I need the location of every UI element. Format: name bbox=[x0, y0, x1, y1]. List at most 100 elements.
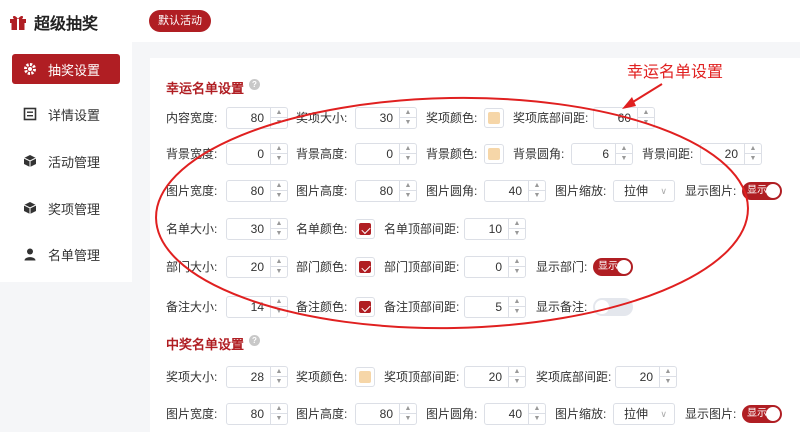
chevron-up-icon[interactable]: ▲ bbox=[509, 367, 525, 377]
chevron-up-icon[interactable]: ▲ bbox=[271, 297, 287, 307]
show-dept-toggle[interactable]: 显示 bbox=[593, 258, 633, 276]
sidebar-item-detail-settings[interactable]: 详情设置 bbox=[12, 99, 120, 129]
bg-color-picker[interactable] bbox=[484, 144, 504, 164]
chevron-up-icon[interactable]: ▲ bbox=[271, 108, 287, 118]
chevron-up-icon[interactable]: ▲ bbox=[271, 219, 287, 229]
chevron-up-icon[interactable]: ▲ bbox=[660, 367, 676, 377]
chevron-up-icon[interactable]: ▲ bbox=[271, 181, 287, 191]
chevron-down-icon[interactable]: ▼ bbox=[638, 118, 654, 128]
chevron-down-icon[interactable]: ▼ bbox=[271, 154, 287, 164]
winner-img-scale-select[interactable]: 拉伸 ∨ bbox=[613, 403, 675, 425]
chevron-up-icon[interactable]: ▲ bbox=[400, 181, 416, 191]
chevron-down-icon[interactable]: ▼ bbox=[509, 229, 525, 239]
chevron-up-icon[interactable]: ▲ bbox=[271, 257, 287, 267]
chevron-down-icon[interactable]: ▼ bbox=[400, 118, 416, 128]
winner-prize-color-picker[interactable] bbox=[355, 367, 375, 387]
chevron-up-icon[interactable]: ▲ bbox=[509, 257, 525, 267]
chevron-up-icon[interactable]: ▲ bbox=[638, 108, 654, 118]
bg-gap-input[interactable]: 20 ▲ ▼ bbox=[700, 143, 762, 165]
name-size-input[interactable]: 30 ▲ ▼ bbox=[226, 218, 288, 240]
winner-prize-top-gap-input[interactable]: 20 ▲ ▼ bbox=[464, 366, 526, 388]
note-size-input[interactable]: 14 ▲ ▼ bbox=[226, 296, 288, 318]
img-width-input[interactable]: 80 ▲ ▼ bbox=[226, 180, 288, 202]
winner-prize-size-input[interactable]: 28 ▲ ▼ bbox=[226, 366, 288, 388]
chevron-up-icon[interactable]: ▲ bbox=[271, 144, 287, 154]
chevron-down-icon[interactable]: ▼ bbox=[509, 377, 525, 387]
chevron-up-icon[interactable]: ▲ bbox=[400, 108, 416, 118]
prize-bottom-gap-input[interactable]: 60 ▲ ▼ bbox=[593, 107, 655, 129]
chevron-down-icon[interactable]: ▼ bbox=[529, 414, 545, 424]
chevron-down-icon[interactable]: ▼ bbox=[400, 154, 416, 164]
note-top-gap-input[interactable]: 5 ▲ ▼ bbox=[464, 296, 526, 318]
chevron-down-icon[interactable]: ▼ bbox=[509, 307, 525, 317]
show-note-toggle[interactable] bbox=[593, 298, 633, 316]
sidebar-item-activity-management[interactable]: 活动管理 bbox=[12, 146, 120, 176]
chevron-up-icon[interactable]: ▲ bbox=[509, 297, 525, 307]
winner-prize-bottom-gap-input[interactable]: 20 ▲ ▼ bbox=[615, 366, 677, 388]
winner-img-radius-label: 图片圆角: bbox=[426, 407, 478, 421]
winner-img-scale-label: 图片缩放: bbox=[555, 407, 607, 421]
app-logo: 超级抽奖 bbox=[9, 10, 98, 34]
name-color-picker[interactable] bbox=[355, 219, 375, 239]
sidebar-item-lottery-settings[interactable]: 抽奖设置 bbox=[12, 54, 120, 84]
dept-color-picker[interactable] bbox=[355, 257, 375, 277]
chevron-down-icon[interactable]: ▼ bbox=[271, 377, 287, 387]
prize-size-input[interactable]: 30 ▲ ▼ bbox=[355, 107, 417, 129]
dept-size-label: 部门大小: bbox=[166, 260, 218, 274]
chevron-down-icon[interactable]: ▼ bbox=[745, 154, 761, 164]
sidebar-item-prize-management[interactable]: 奖项管理 bbox=[12, 193, 120, 223]
winner-prize-bottom-gap-label: 奖项底部间距: bbox=[536, 370, 612, 384]
chevron-down-icon[interactable]: ▼ bbox=[271, 414, 287, 424]
chevron-down-icon[interactable]: ▼ bbox=[400, 191, 416, 201]
chevron-up-icon[interactable]: ▲ bbox=[400, 404, 416, 414]
chevron-down-icon[interactable]: ▼ bbox=[271, 307, 287, 317]
chevron-down-icon[interactable]: ▼ bbox=[271, 267, 287, 277]
bg-height-input[interactable]: 0 ▲ ▼ bbox=[355, 143, 417, 165]
img-height-input[interactable]: 80 ▲ ▼ bbox=[355, 180, 417, 202]
chevron-down-icon[interactable]: ▼ bbox=[616, 154, 632, 164]
bg-radius-input[interactable]: 6 ▲ ▼ bbox=[571, 143, 633, 165]
chevron-up-icon[interactable]: ▲ bbox=[529, 181, 545, 191]
winner-show-img-toggle[interactable]: 显示 bbox=[742, 405, 782, 423]
winner-img-radius-input[interactable]: 40 ▲ ▼ bbox=[484, 403, 546, 425]
chevron-up-icon[interactable]: ▲ bbox=[616, 144, 632, 154]
sidebar-item-label: 奖项管理 bbox=[48, 201, 101, 217]
chevron-down-icon[interactable]: ▼ bbox=[660, 377, 676, 387]
name-top-gap-input[interactable]: 10 ▲ ▼ bbox=[464, 218, 526, 240]
bg-width-input[interactable]: 0 ▲ ▼ bbox=[226, 143, 288, 165]
chevron-up-icon[interactable]: ▲ bbox=[529, 404, 545, 414]
chevron-down-icon[interactable]: ▼ bbox=[271, 191, 287, 201]
prize-color-picker[interactable] bbox=[484, 108, 504, 128]
img-scale-select[interactable]: 拉伸 ∨ bbox=[613, 180, 675, 202]
dept-top-gap-input[interactable]: 0 ▲ ▼ bbox=[464, 256, 526, 278]
help-icon[interactable]: ? bbox=[249, 335, 260, 346]
sidebar-item-list-management[interactable]: 名单管理 bbox=[12, 239, 120, 269]
dept-size-input[interactable]: 20 ▲ ▼ bbox=[226, 256, 288, 278]
img-radius-input[interactable]: 40 ▲ ▼ bbox=[484, 180, 546, 202]
chevron-down-icon[interactable]: ▼ bbox=[271, 118, 287, 128]
prize-bottom-gap-label: 奖项底部间距: bbox=[513, 111, 589, 125]
show-img-toggle[interactable]: 显示 bbox=[742, 182, 782, 200]
dept-color-label: 部门颜色: bbox=[296, 260, 348, 274]
chevron-down-icon[interactable]: ▼ bbox=[529, 191, 545, 201]
note-size-label: 备注大小: bbox=[166, 300, 218, 314]
winner-img-height-input[interactable]: 80 ▲ ▼ bbox=[355, 403, 417, 425]
chevron-down-icon[interactable]: ▼ bbox=[509, 267, 525, 277]
winner-img-width-input[interactable]: 80 ▲ ▼ bbox=[226, 403, 288, 425]
chevron-up-icon[interactable]: ▲ bbox=[400, 144, 416, 154]
default-activity-button[interactable]: 默认活动 bbox=[149, 10, 211, 32]
content-width-input[interactable]: 80 ▲ ▼ bbox=[226, 107, 288, 129]
chevron-up-icon[interactable]: ▲ bbox=[509, 219, 525, 229]
chevron-up-icon[interactable]: ▲ bbox=[271, 367, 287, 377]
chevron-down-icon[interactable]: ▼ bbox=[271, 229, 287, 239]
sidebar-item-label: 详情设置 bbox=[48, 107, 101, 123]
chevron-up-icon[interactable]: ▲ bbox=[271, 404, 287, 414]
chevron-down-icon[interactable]: ▼ bbox=[400, 414, 416, 424]
bg-width-label: 背景宽度: bbox=[166, 147, 218, 161]
chevron-up-icon[interactable]: ▲ bbox=[745, 144, 761, 154]
winner-img-width-label: 图片宽度: bbox=[166, 407, 218, 421]
content-width-label: 内容宽度: bbox=[166, 111, 218, 125]
show-dept-label: 显示部门: bbox=[536, 260, 588, 274]
note-color-picker[interactable] bbox=[355, 297, 375, 317]
help-icon[interactable]: ? bbox=[249, 79, 260, 90]
